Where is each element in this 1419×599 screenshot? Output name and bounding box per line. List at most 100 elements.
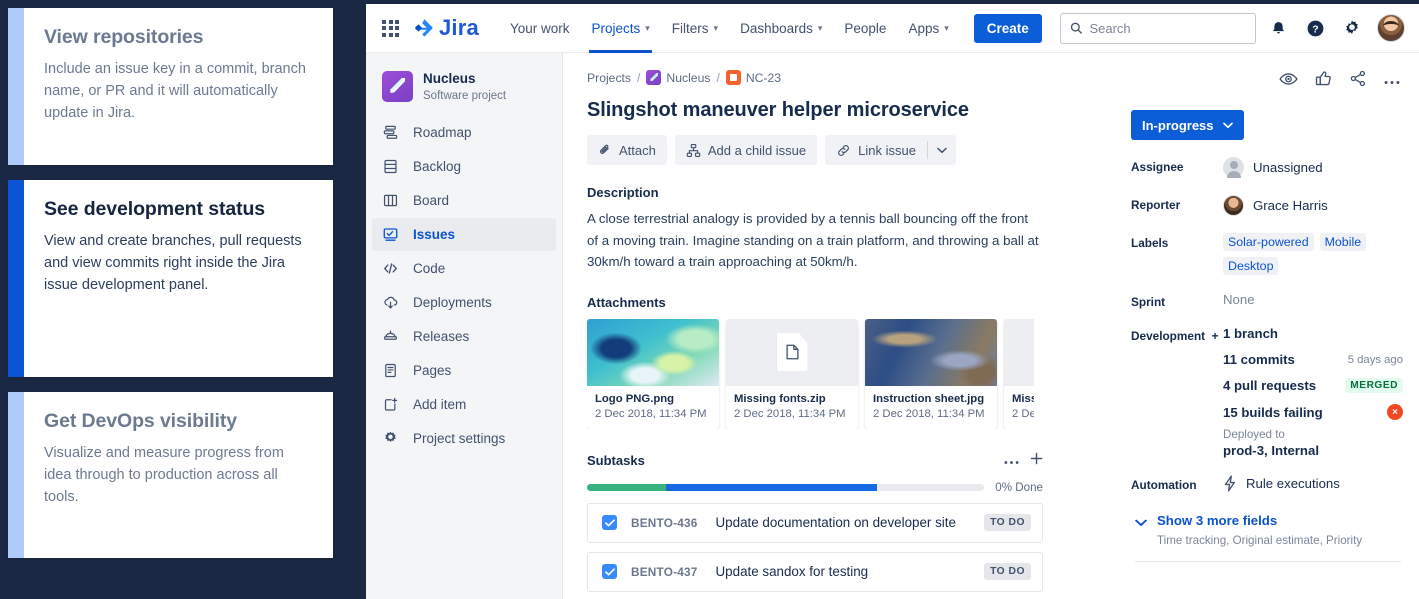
help-icon[interactable]: ? bbox=[1300, 13, 1330, 43]
sidebar-item-backlog[interactable]: Backlog bbox=[372, 150, 556, 183]
attachment-card[interactable]: Instruction sheet.jpg 2 Dec 2018, 11:34 … bbox=[865, 318, 997, 429]
page-title: Slingshot maneuver helper microservice bbox=[587, 99, 969, 121]
nav-item-label: Apps bbox=[908, 20, 940, 36]
progress-bar-blue-segment bbox=[666, 483, 878, 491]
nav-item-apps[interactable]: Apps ▾ bbox=[897, 4, 959, 53]
link-issue-more-chevron-down-icon[interactable] bbox=[928, 135, 956, 165]
attachment-card[interactable]: Missing fonts.zip 2 Dec 2018, 11:34 PM bbox=[726, 318, 858, 429]
promo-card-see-development-status[interactable]: See development status View and create b… bbox=[8, 180, 333, 377]
subtask-checkbox-checked-icon[interactable] bbox=[602, 564, 617, 580]
more-options-icon[interactable] bbox=[1384, 72, 1400, 90]
nav-item-dashboards[interactable]: Dashboards ▾ bbox=[729, 4, 833, 53]
link-icon bbox=[838, 144, 850, 156]
project-header[interactable]: Nucleus Software project bbox=[366, 67, 562, 116]
field-assignee: Assignee Unassigned bbox=[1131, 157, 1403, 178]
nav-item-people[interactable]: People bbox=[833, 4, 897, 53]
breadcrumb-project[interactable]: Nucleus bbox=[646, 70, 710, 85]
sidebar-item-roadmap[interactable]: Roadmap bbox=[372, 116, 556, 149]
settings-gear-icon[interactable] bbox=[1337, 13, 1367, 43]
sidebar-item-deployments[interactable]: Deployments bbox=[372, 286, 556, 319]
field-value[interactable]: None bbox=[1223, 292, 1403, 307]
project-name: Nucleus bbox=[423, 71, 476, 87]
subtask-checkbox-checked-icon[interactable] bbox=[602, 515, 617, 531]
sidebar-item-releases[interactable]: Releases bbox=[372, 320, 556, 353]
sidebar-item-code[interactable]: Code bbox=[372, 252, 556, 285]
project-avatar-rocket-icon bbox=[646, 70, 662, 85]
status-dropdown-button[interactable]: In-progress bbox=[1131, 110, 1244, 140]
search-box[interactable] bbox=[1060, 12, 1256, 44]
promo-accent-bar bbox=[8, 180, 24, 377]
subtask-row[interactable]: BENTO-437 Update sandox for testing TO D… bbox=[587, 551, 1043, 592]
field-label: Reporter bbox=[1131, 198, 1181, 212]
development-commits-label[interactable]: 11 commits bbox=[1223, 352, 1295, 367]
share-icon[interactable] bbox=[1349, 70, 1367, 92]
field-label: Automation bbox=[1131, 478, 1197, 492]
attach-button[interactable]: Attach bbox=[587, 135, 667, 165]
sidebar-item-label: Project settings bbox=[413, 431, 506, 446]
attachment-thumbnail bbox=[587, 318, 719, 386]
development-pull-requests-label[interactable]: 4 pull requests bbox=[1223, 378, 1316, 393]
link-issue-button[interactable]: Link issue bbox=[825, 135, 927, 165]
subtask-key[interactable]: BENTO-437 bbox=[631, 565, 698, 579]
promo-card-title: Get DevOps visibility bbox=[44, 410, 237, 432]
watch-eye-icon[interactable] bbox=[1279, 72, 1298, 91]
jira-home-logo[interactable]: Jira bbox=[413, 15, 479, 41]
promo-card-text: Visualize and measure progress from idea… bbox=[44, 445, 284, 506]
subtask-row[interactable]: BENTO-436 Update documentation on develo… bbox=[587, 502, 1043, 543]
field-value[interactable]: Grace Harris bbox=[1223, 195, 1403, 216]
chevron-down-icon: ▾ bbox=[645, 22, 650, 33]
add-development-plus-icon[interactable]: + bbox=[1208, 329, 1219, 343]
label-chip[interactable]: Desktop bbox=[1223, 257, 1279, 275]
deployed-to-value[interactable]: prod-3, Internal bbox=[1223, 443, 1403, 458]
backlog-icon bbox=[382, 158, 404, 175]
nav-item-your-work[interactable]: Your work bbox=[499, 4, 581, 53]
show-more-fields-toggle[interactable]: Show 3 more fields Time tracking, Origin… bbox=[1131, 512, 1403, 547]
subtasks-progress: 0% Done bbox=[587, 481, 1043, 494]
sidebar-item-project-settings[interactable]: Project settings bbox=[372, 422, 556, 455]
sidebar-item-pages[interactable]: Pages bbox=[372, 354, 556, 387]
sidebar-item-label: Code bbox=[413, 261, 446, 276]
progress-label: 0% Done bbox=[995, 480, 1043, 494]
breadcrumb-issue-key[interactable]: NC-23 bbox=[725, 70, 782, 85]
label-chip[interactable]: Mobile bbox=[1319, 233, 1367, 251]
subtask-key[interactable]: BENTO-436 bbox=[631, 516, 698, 530]
user-avatar[interactable] bbox=[1377, 14, 1405, 42]
subtask-summary[interactable]: Update documentation on developer site bbox=[716, 515, 956, 530]
nav-item-projects[interactable]: Projects ▾ bbox=[580, 4, 660, 53]
subtasks-more-options-icon[interactable] bbox=[1004, 452, 1019, 470]
subtask-status-badge[interactable]: TO DO bbox=[984, 514, 1031, 532]
field-reporter: Reporter Grace Harris bbox=[1131, 195, 1403, 216]
sidebar-item-board[interactable]: Board bbox=[372, 184, 556, 217]
nav-item-filters[interactable]: Filters ▾ bbox=[661, 4, 729, 53]
description-text: A close terrestrial analogy is provided … bbox=[587, 211, 1039, 270]
breadcrumb-projects[interactable]: Projects bbox=[587, 71, 631, 85]
nav-item-label: People bbox=[844, 20, 887, 36]
add-subtask-plus-icon[interactable] bbox=[1030, 452, 1043, 470]
development-branches-label[interactable]: 1 branch bbox=[1223, 326, 1278, 341]
subtask-status-badge[interactable]: TO DO bbox=[984, 563, 1031, 581]
sidebar-item-issues[interactable]: Issues bbox=[372, 218, 556, 251]
field-value[interactable]: Unassigned bbox=[1223, 157, 1403, 178]
label-chip[interactable]: Solar-powered bbox=[1223, 233, 1314, 251]
vote-thumbs-up-icon[interactable] bbox=[1315, 70, 1332, 92]
sidebar-item-add-item[interactable]: Add item bbox=[372, 388, 556, 421]
add-child-issue-button[interactable]: Add a child issue bbox=[674, 135, 818, 165]
notifications-bell-icon[interactable] bbox=[1263, 13, 1293, 43]
attachment-card[interactable]: Missing fonts.zip 2 Dec 2018, 11:34 PM bbox=[1004, 318, 1034, 429]
search-input[interactable] bbox=[1089, 20, 1246, 36]
promo-card-get-devops-visibility[interactable]: Get DevOps visibility Visualize and meas… bbox=[8, 392, 333, 558]
app-switcher-icon[interactable] bbox=[382, 19, 399, 37]
breadcrumb-issue-label: NC-23 bbox=[745, 70, 782, 85]
subtask-summary[interactable]: Update sandox for testing bbox=[716, 564, 869, 579]
attachment-card[interactable]: Logo PNG.png 2 Dec 2018, 11:34 PM bbox=[587, 318, 719, 429]
promo-card-view-repositories[interactable]: View repositories Include an issue key i… bbox=[8, 8, 333, 165]
development-builds-label[interactable]: 15 builds failing bbox=[1223, 405, 1323, 420]
attachment-name: Logo PNG.png bbox=[595, 392, 675, 405]
issue-detail-panel: In-progress Assignee Unassigned Reporter bbox=[1119, 53, 1419, 599]
attachments-strip: Logo PNG.png 2 Dec 2018, 11:34 PM Missin… bbox=[587, 318, 1034, 429]
rule-executions-link[interactable]: Rule executions bbox=[1223, 475, 1340, 492]
merged-status-badge: MERGED bbox=[1345, 378, 1403, 393]
breadcrumb-separator: / bbox=[716, 70, 720, 85]
nav-item-label: Dashboards bbox=[740, 20, 813, 36]
create-button[interactable]: Create bbox=[973, 13, 1042, 43]
